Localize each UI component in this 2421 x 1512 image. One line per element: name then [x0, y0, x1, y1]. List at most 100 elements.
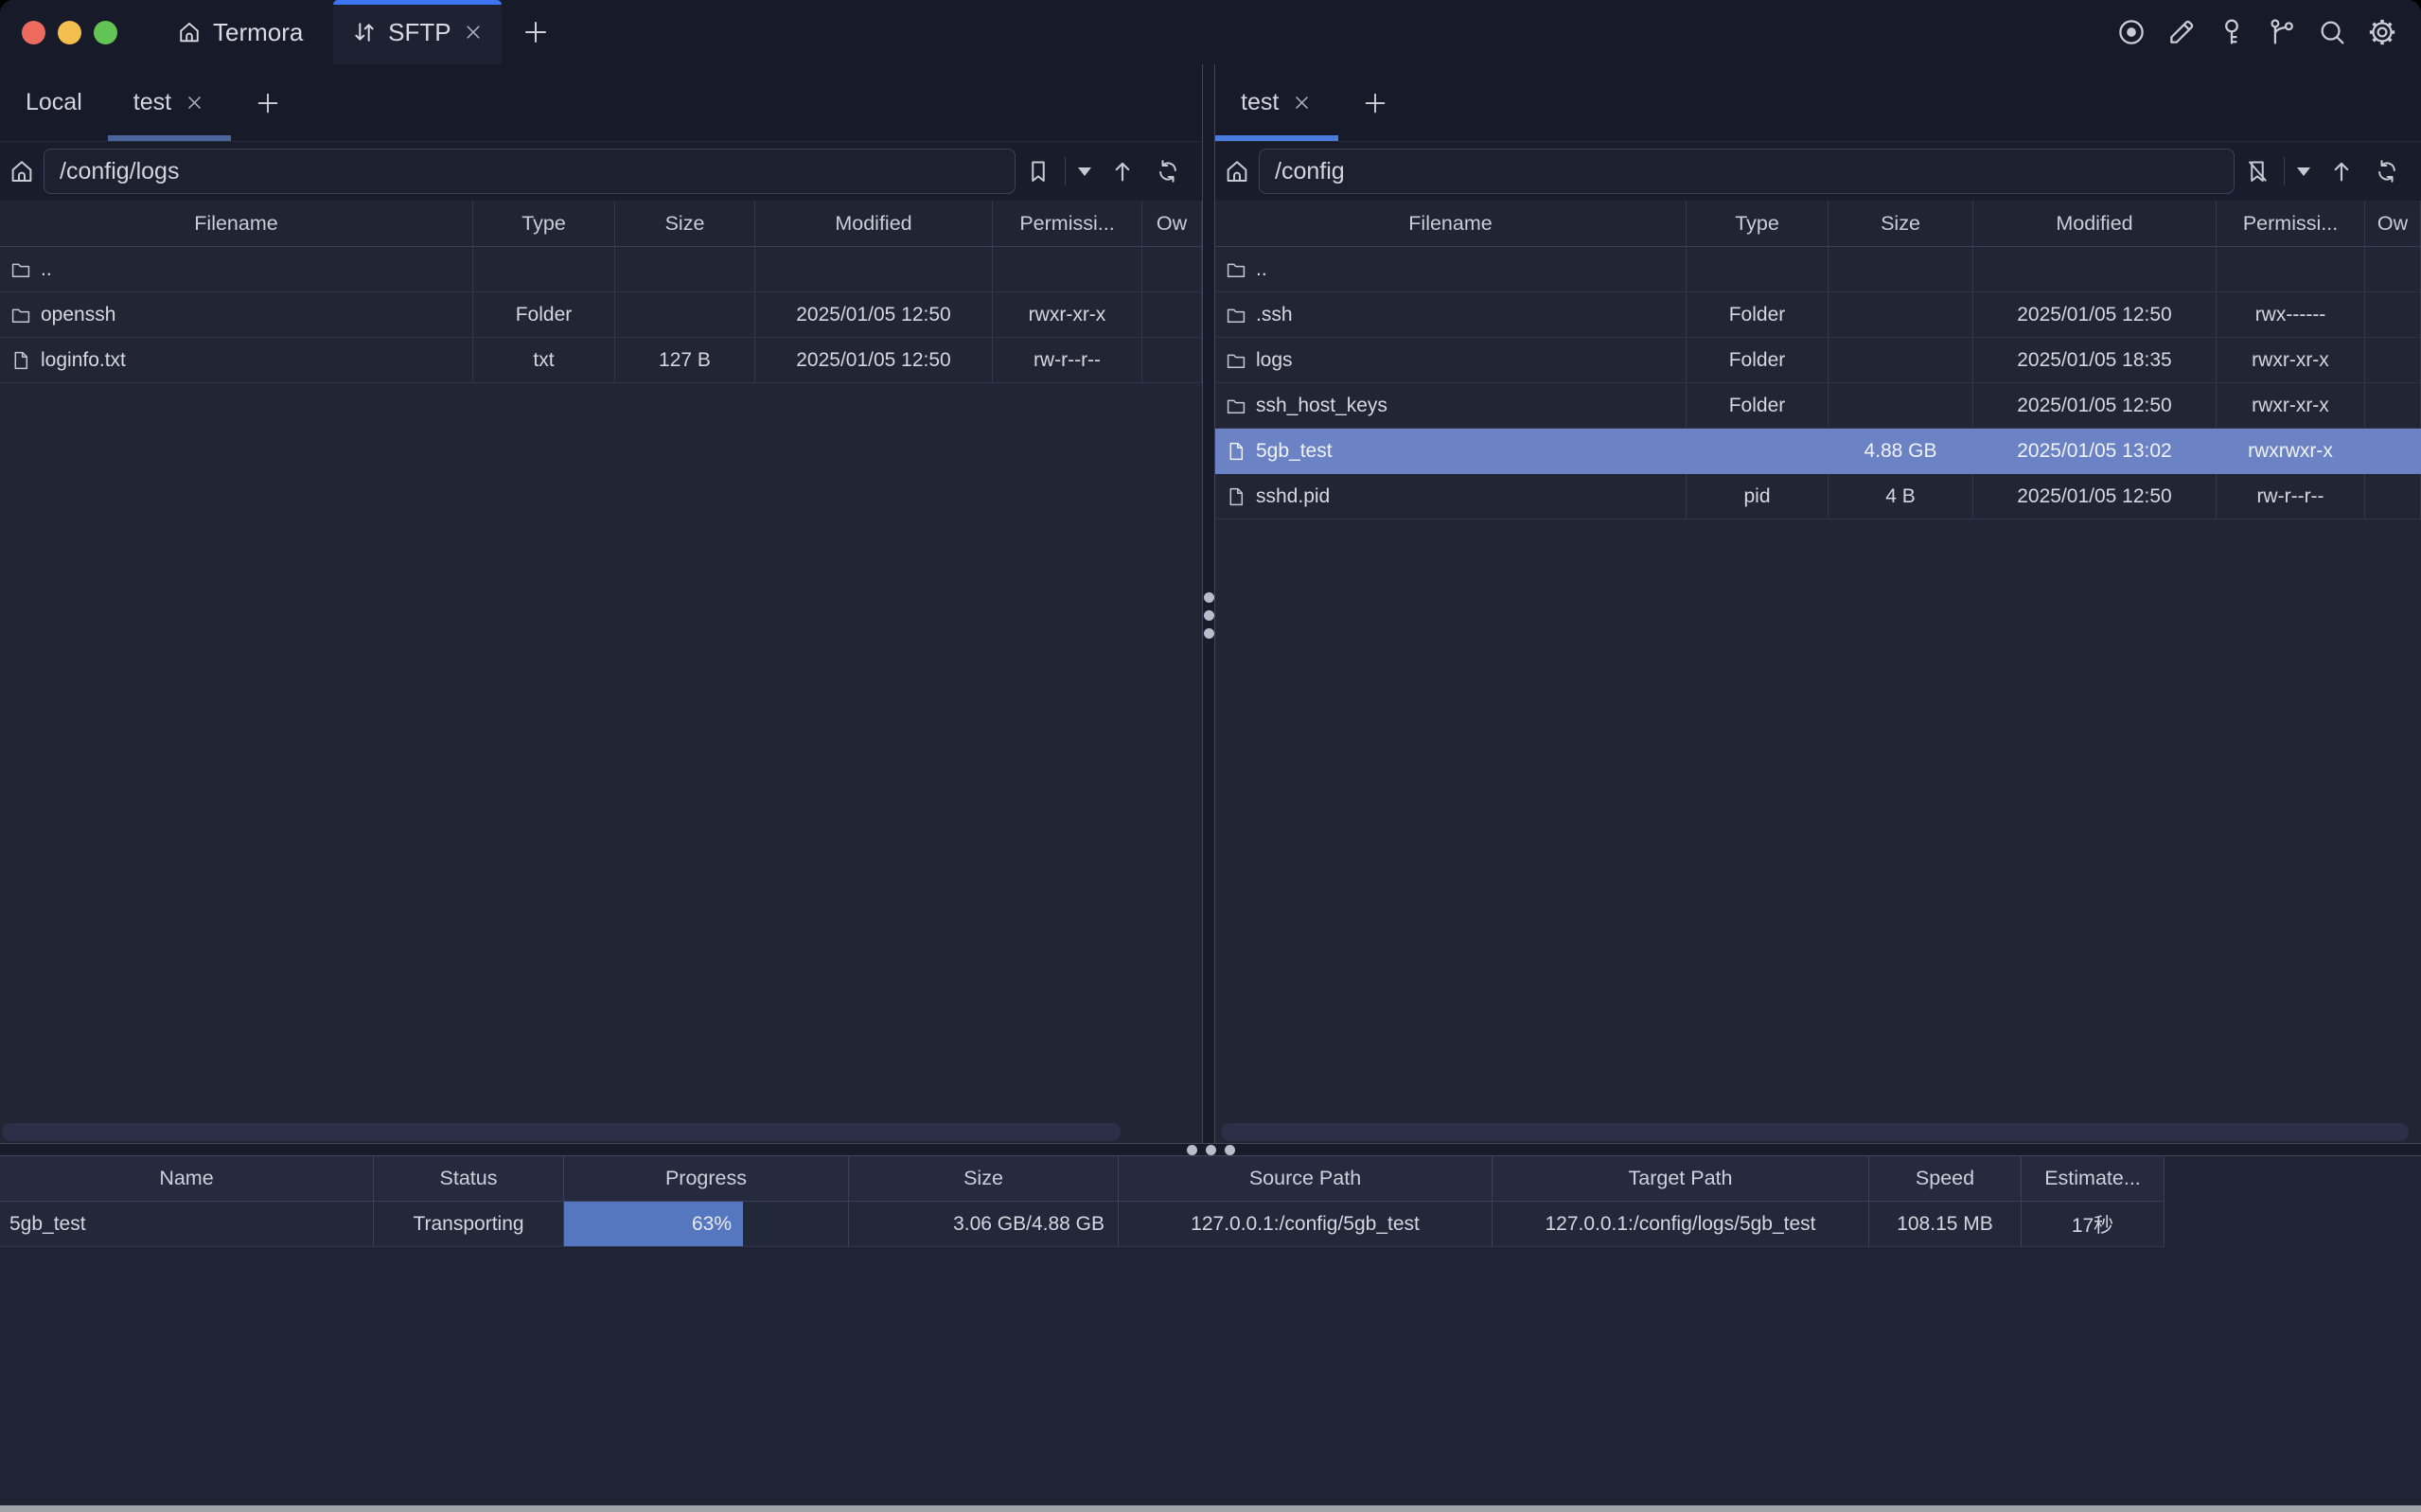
- transfer-panel: Name Status Progress Size Source Path Ta…: [0, 1156, 2421, 1512]
- file-type: [473, 247, 615, 291]
- file-size: 127 B: [615, 338, 755, 382]
- file-size: [1829, 292, 1973, 337]
- file-owner: [1142, 292, 1202, 337]
- right-file-table: Filename Type Size Modified Permissi... …: [1215, 201, 2421, 1143]
- minimize-window-button[interactable]: [58, 21, 81, 44]
- key-icon[interactable]: [2216, 16, 2248, 48]
- file-modified: 2025/01/05 13:02: [1973, 429, 2217, 473]
- column-header-permissions[interactable]: Permissi...: [2217, 201, 2365, 246]
- new-session-tab-button-right[interactable]: [1338, 64, 1412, 141]
- table-row[interactable]: ..: [1215, 247, 2421, 292]
- file-name: logs: [1256, 349, 1293, 372]
- bookmark-dropdown-right[interactable]: [2288, 167, 2319, 176]
- column-header-status[interactable]: Status: [374, 1156, 564, 1201]
- file-owner: [2365, 383, 2421, 428]
- transfer-size: 3.06 GB/4.88 GB: [849, 1202, 1119, 1246]
- file-owner: [1142, 247, 1202, 291]
- column-header-type[interactable]: Type: [473, 201, 615, 246]
- progress-label: 63%: [692, 1213, 732, 1236]
- new-session-tab-button-left[interactable]: [231, 64, 305, 141]
- bookmark-dropdown-left[interactable]: [1069, 167, 1100, 176]
- tab-sftp[interactable]: SFTP: [333, 0, 502, 64]
- table-row[interactable]: .ssh Folder 2025/01/05 12:50 rwx------: [1215, 292, 2421, 338]
- file-name: loginfo.txt: [41, 349, 126, 372]
- column-header-speed[interactable]: Speed: [1869, 1156, 2022, 1201]
- transfer-icon: [351, 19, 378, 45]
- file-permissions: [993, 247, 1142, 291]
- table-row[interactable]: logs Folder 2025/01/05 18:35 rwxr-xr-x: [1215, 338, 2421, 383]
- parent-directory-button-right[interactable]: [2319, 157, 2364, 185]
- edit-icon[interactable]: [2165, 16, 2198, 48]
- column-header-filename[interactable]: Filename: [1215, 201, 1687, 246]
- new-title-tab-button[interactable]: [521, 0, 551, 64]
- splitter-dots-icon: [1204, 592, 1214, 639]
- pane-splitter-handle[interactable]: [1202, 64, 1215, 1143]
- file-icon: [9, 349, 32, 372]
- tab-local[interactable]: Local: [0, 64, 108, 141]
- file-size: [1829, 338, 1973, 382]
- home-button[interactable]: [1215, 157, 1259, 185]
- column-header-filename[interactable]: Filename: [0, 201, 473, 246]
- table-row-selected[interactable]: 5gb_test 4.88 GB 2025/01/05 13:02 rwxrwx…: [1215, 429, 2421, 474]
- close-window-button[interactable]: [22, 21, 45, 44]
- column-header-owner[interactable]: Ow: [1142, 201, 1202, 246]
- refresh-button-right[interactable]: [2364, 157, 2410, 185]
- column-header-estimate[interactable]: Estimate...: [2022, 1156, 2165, 1201]
- table-row[interactable]: ssh_host_keys Folder 2025/01/05 12:50 rw…: [1215, 383, 2421, 429]
- plus-icon: [521, 17, 551, 47]
- table-row[interactable]: loginfo.txt txt 127 B 2025/01/05 12:50 r…: [0, 338, 1202, 383]
- close-icon[interactable]: [184, 92, 205, 114]
- file-type: [1687, 247, 1829, 291]
- column-header-type[interactable]: Type: [1687, 201, 1829, 246]
- column-header-source-path[interactable]: Source Path: [1119, 1156, 1493, 1201]
- column-header-target-path[interactable]: Target Path: [1493, 1156, 1869, 1201]
- column-header-progress[interactable]: Progress: [564, 1156, 849, 1201]
- column-header-permissions[interactable]: Permissi...: [993, 201, 1142, 246]
- file-permissions: rwxr-xr-x: [993, 292, 1142, 337]
- tab-termora-home[interactable]: Termora: [170, 0, 309, 64]
- search-icon[interactable]: [2316, 16, 2348, 48]
- path-input-right[interactable]: [1259, 149, 2235, 194]
- file-size: [1829, 383, 1973, 428]
- table-row[interactable]: openssh Folder 2025/01/05 12:50 rwxr-xr-…: [0, 292, 1202, 338]
- home-button[interactable]: [0, 157, 44, 185]
- column-header-modified[interactable]: Modified: [755, 201, 993, 246]
- tab-test-right[interactable]: test: [1215, 64, 1338, 141]
- horizontal-scrollbar[interactable]: [1221, 1123, 2409, 1141]
- horizontal-scrollbar[interactable]: [2, 1123, 1121, 1141]
- bookmark-button-right[interactable]: [2235, 157, 2280, 185]
- close-icon[interactable]: [1291, 92, 1313, 114]
- column-header-owner[interactable]: Ow: [2365, 201, 2421, 246]
- bookmark-button-left[interactable]: [1016, 157, 1061, 185]
- home-icon: [1223, 157, 1251, 185]
- column-header-size[interactable]: Size: [849, 1156, 1119, 1201]
- transfer-table-header: Name Status Progress Size Source Path Ta…: [0, 1156, 2165, 1202]
- file-name: .ssh: [1256, 304, 1293, 326]
- tab-local-label: Local: [26, 89, 82, 116]
- transfer-row[interactable]: 5gb_test Transporting 63% 3.06 GB/4.88 G…: [0, 1202, 2165, 1247]
- file-owner: [1142, 338, 1202, 382]
- column-header-size[interactable]: Size: [615, 201, 755, 246]
- column-header-modified[interactable]: Modified: [1973, 201, 2217, 246]
- file-permissions: rw-r--r--: [2217, 474, 2365, 519]
- plus-icon: [1361, 89, 1389, 117]
- termora-window: Termora SFTP Local: [0, 0, 2421, 1512]
- zoom-window-button[interactable]: [94, 21, 117, 44]
- branch-icon[interactable]: [2266, 16, 2298, 48]
- close-icon[interactable]: [462, 21, 485, 44]
- record-icon[interactable]: [2115, 16, 2147, 48]
- column-header-name[interactable]: Name: [0, 1156, 374, 1201]
- transfer-splitter-handle[interactable]: [0, 1143, 2421, 1156]
- table-row[interactable]: sshd.pid pid 4 B 2025/01/05 12:50 rw-r--…: [1215, 474, 2421, 519]
- file-type: Folder: [1687, 292, 1829, 337]
- parent-directory-button-left[interactable]: [1100, 157, 1145, 185]
- tab-test-left[interactable]: test: [108, 64, 231, 141]
- file-type: Folder: [1687, 338, 1829, 382]
- file-type: [1687, 429, 1829, 473]
- table-row[interactable]: ..: [0, 247, 1202, 292]
- path-input-left[interactable]: [44, 149, 1016, 194]
- refresh-button-left[interactable]: [1145, 157, 1191, 185]
- column-header-size[interactable]: Size: [1829, 201, 1973, 246]
- folder-icon: [1225, 395, 1247, 417]
- settings-icon[interactable]: [2366, 16, 2398, 48]
